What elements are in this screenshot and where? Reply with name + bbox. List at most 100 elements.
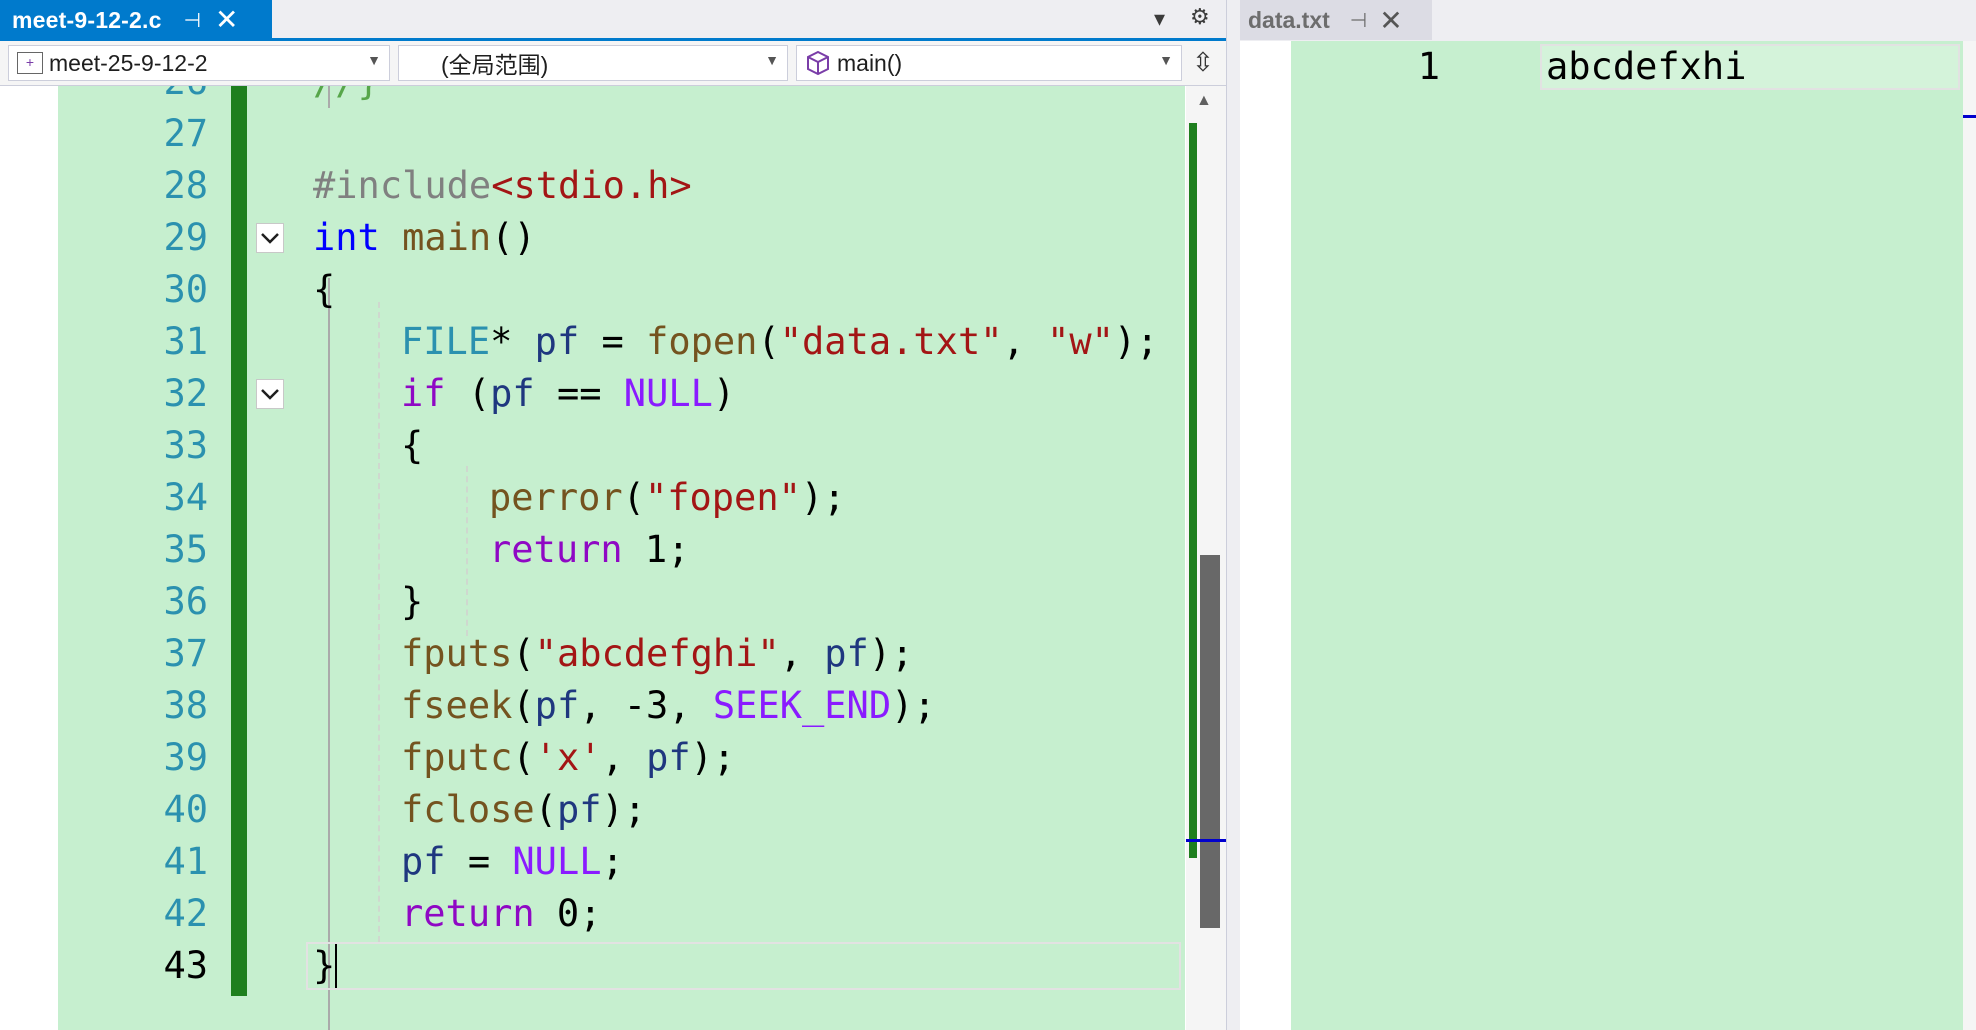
code-text: } — [313, 944, 336, 987]
code-text: return 0; — [401, 888, 601, 940]
collapse-icon[interactable] — [256, 223, 284, 253]
pane-splitter[interactable] — [1226, 0, 1240, 1030]
token: pf — [824, 632, 869, 675]
close-icon[interactable]: ✕ — [1379, 4, 1402, 37]
token: NULL — [623, 372, 713, 415]
scroll-up-arrow-icon[interactable]: ▲ — [1196, 92, 1212, 110]
token: pf — [534, 684, 580, 727]
token: ); — [868, 632, 914, 675]
token: = — [579, 320, 647, 363]
settings-icon[interactable]: ⚙ — [1190, 4, 1210, 30]
line-number: 27 — [163, 112, 208, 155]
scope-combo[interactable]: (全局范围) ▼ — [398, 45, 788, 81]
collapse-icon[interactable] — [256, 379, 284, 409]
code-text: pf = NULL; — [401, 836, 624, 888]
code-text: FILE* pf = fopen("data.txt", "w"); — [401, 316, 1158, 368]
tab-meet-9-12-2-c[interactable]: meet-9-12-2.c ⊣ ✕ — [0, 0, 272, 40]
code-line: 40 fclose(pf); — [58, 784, 1185, 836]
token: main — [402, 216, 492, 259]
token: "w" — [1047, 320, 1114, 363]
token: ( — [512, 736, 535, 779]
tab-list-dropdown-icon[interactable]: ▾ — [1154, 6, 1165, 32]
token: fputc — [401, 736, 513, 779]
line-number: 32 — [163, 372, 208, 415]
code-text: { — [313, 268, 336, 311]
code-text: fputs("abcdefghi", pf); — [401, 628, 913, 680]
token: , -3, — [579, 684, 713, 727]
text-caret — [335, 944, 337, 988]
code-text: #include<stdio.h> — [313, 160, 692, 212]
token: return — [489, 528, 623, 571]
token: if — [401, 372, 446, 415]
code-editor[interactable]: 26 //} 27 28 #include<stdio.h> 29 int ma… — [58, 86, 1185, 1030]
line-number: 31 — [163, 320, 208, 363]
token: FILE — [401, 320, 491, 363]
code-line-current: 43 } — [58, 940, 1185, 992]
code-text: //} — [313, 86, 380, 108]
token: fseek — [401, 684, 513, 727]
token: , — [1002, 320, 1048, 363]
project-combo[interactable]: + meet-25-9-12-2 ▼ — [8, 45, 390, 81]
current-line-highlight — [306, 942, 1181, 990]
token: int — [313, 216, 380, 259]
token: , — [779, 632, 825, 675]
chevron-down-icon: ▼ — [367, 52, 381, 68]
line-number: 36 — [163, 580, 208, 623]
token: ( — [512, 632, 535, 675]
scrollbar-change-marker — [1189, 123, 1197, 858]
pin-icon[interactable]: ⊣ — [1350, 8, 1367, 33]
line-number: 28 — [163, 164, 208, 207]
code-line: 41 pf = NULL; — [58, 836, 1185, 888]
tab-title: data.txt — [1248, 6, 1330, 33]
navigation-bar: + meet-25-9-12-2 ▼ (全局范围) ▼ main() ▼ ⇳ — [0, 41, 1226, 86]
line-number: 38 — [163, 684, 208, 727]
code-text: } — [401, 580, 424, 623]
line-number: 37 — [163, 632, 208, 675]
token: ) — [712, 372, 736, 415]
token: * — [490, 320, 535, 363]
token: ); — [1113, 320, 1159, 363]
line-number: 33 — [163, 424, 208, 467]
line-number: 42 — [163, 892, 208, 935]
token: NULL — [512, 840, 602, 883]
token: #include — [313, 164, 492, 207]
close-icon[interactable]: ✕ — [215, 6, 238, 34]
pin-icon[interactable]: ⊣ — [184, 8, 201, 33]
token: "fopen" — [644, 476, 801, 519]
code-line: 33 { — [58, 420, 1185, 472]
member-name: main() — [837, 49, 903, 76]
split-editor-icon[interactable]: ⇳ — [1192, 47, 1214, 78]
line-number: 29 — [163, 216, 208, 259]
code-line: 31 FILE* pf = fopen("data.txt", "w"); — [58, 316, 1185, 368]
scrollbar-thumb[interactable] — [1200, 555, 1220, 928]
code-line: 37 fputs("abcdefghi", pf); — [58, 628, 1185, 680]
method-cube-icon — [807, 50, 829, 76]
tab-data-txt[interactable]: data.txt ⊣ ✕ — [1240, 0, 1432, 40]
token: ); — [800, 476, 846, 519]
project-icon: + — [17, 52, 43, 74]
code-line: 29 int main() — [58, 212, 1185, 264]
line-number: 39 — [163, 736, 208, 779]
member-combo[interactable]: main() ▼ — [796, 45, 1182, 81]
token: ; — [601, 840, 624, 883]
code-line: 35 return 1; — [58, 524, 1185, 576]
code-text: { — [401, 424, 424, 467]
code-line: 32 if (pf == NULL) — [58, 368, 1185, 420]
code-line: 42 return 0; — [58, 888, 1185, 940]
vertical-scrollbar[interactable] — [1963, 41, 1976, 1030]
code-line: 30 { — [58, 264, 1185, 316]
line-number: 34 — [163, 476, 208, 519]
code-line: 34 perror("fopen"); — [58, 472, 1185, 524]
token: "data.txt" — [779, 320, 1003, 363]
token: ( — [512, 684, 535, 727]
project-name: meet-25-9-12-2 — [49, 49, 208, 76]
token: ); — [690, 736, 736, 779]
line-number: 40 — [163, 788, 208, 831]
token: pf — [646, 736, 691, 779]
code-text: if (pf == NULL) — [401, 368, 735, 420]
file-content-text: abcdefxhi — [1546, 45, 1747, 88]
code-line: 39 fputc('x', pf); — [58, 732, 1185, 784]
code-text: perror("fopen"); — [489, 472, 845, 524]
token: 1; — [622, 528, 690, 571]
token: 'x' — [534, 736, 602, 779]
